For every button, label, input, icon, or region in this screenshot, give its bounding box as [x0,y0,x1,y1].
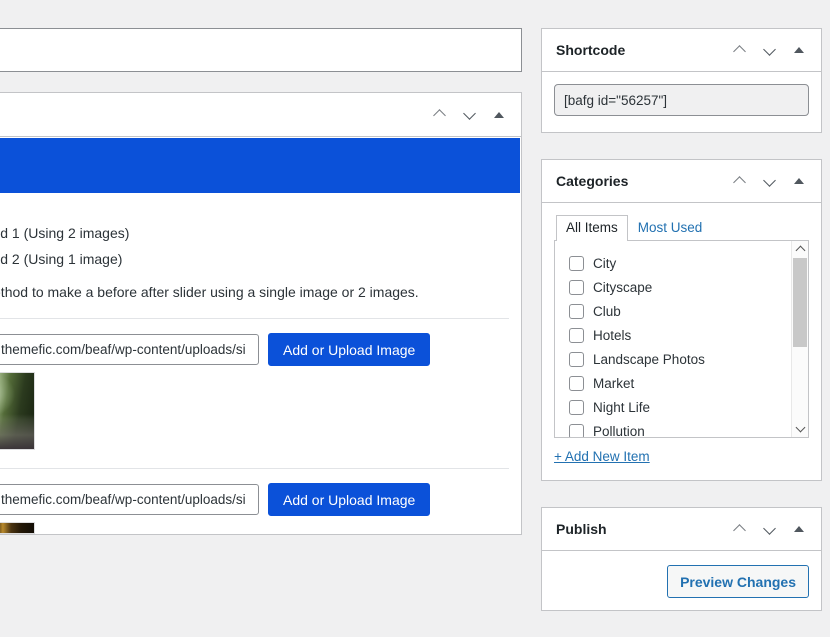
image-upload-row-1: Add or Upload Image [0,319,521,366]
categories-panel-body: All Items Most Used City Cityscape Club … [542,203,821,480]
scrollbar-up-chevron-up-icon[interactable] [792,241,809,258]
checkbox-icon[interactable] [569,303,584,319]
category-label: Hotels [593,327,632,343]
scrollbar-down-chevron-down-icon[interactable] [792,420,809,437]
post-title-input[interactable] [0,28,522,72]
triangle-up-icon[interactable] [785,514,813,544]
checkbox-icon[interactable] [569,255,584,271]
wordpress-post-edit-screen: ethod 1 (Using 2 images) ethod 2 (Using … [0,0,830,611]
chevron-down-icon[interactable] [455,100,483,130]
list-item[interactable]: Hotels [569,323,791,347]
panel-handle-actions [725,166,813,196]
main-content-column: ethod 1 (Using 2 images) ethod 2 (Using … [0,0,522,535]
image-url-input[interactable] [0,484,259,515]
category-list-scrollbar[interactable] [791,241,808,437]
category-label: Landscape Photos [593,351,705,367]
chevron-down-icon[interactable] [755,514,783,544]
category-label: Pollution [593,423,645,438]
panel-title: Shortcode [556,42,626,58]
tab-all-items[interactable]: All Items [556,215,628,242]
method-option-2[interactable]: ethod 2 (Using 1 image) [0,246,521,272]
panel-accent-banner [0,138,520,193]
list-item[interactable]: City [569,251,791,275]
category-label: Market [593,375,635,391]
triangle-up-icon[interactable] [485,100,513,130]
slider-settings-panel: ethod 1 (Using 2 images) ethod 2 (Using … [0,92,522,535]
category-label: Cityscape [593,279,653,295]
checkbox-icon[interactable] [569,399,584,415]
night-scene-preview [0,522,35,534]
method-help-text: se a method to make a before after slide… [0,284,419,300]
list-item[interactable]: Market [569,371,791,395]
categories-tablist: All Items Most Used [554,215,809,242]
slider-settings-panel-header [0,93,521,137]
forest-path-preview [0,372,35,450]
category-checklist: City Cityscape Club Hotels Landscape Pho… [555,241,791,437]
chevron-up-icon[interactable] [425,100,453,130]
scrollbar-track[interactable] [792,258,809,420]
chevron-up-icon[interactable] [725,514,753,544]
publish-panel: Publish Preview Changes [541,507,822,611]
chevron-down-icon[interactable] [755,35,783,65]
triangle-up-icon[interactable] [785,166,813,196]
checkbox-icon[interactable] [569,279,584,295]
categories-panel-header: Categories [542,160,821,203]
method-option-1[interactable]: ethod 1 (Using 2 images) [0,220,521,246]
method-option-label: ethod 2 (Using 1 image) [0,251,123,267]
sidebar-column: Shortcode Categories [541,28,822,637]
checkbox-icon[interactable] [569,423,584,437]
image-upload-row-2: Add or Upload Image [0,469,521,516]
checkbox-icon[interactable] [569,375,584,391]
method-option-label: ethod 1 (Using 2 images) [0,225,130,241]
chevron-down-icon[interactable] [755,166,783,196]
checkbox-icon[interactable] [569,327,584,343]
publish-panel-header: Publish [542,508,821,551]
list-item[interactable]: Cityscape [569,275,791,299]
list-item[interactable]: Landscape Photos [569,347,791,371]
category-checklist-container: City Cityscape Club Hotels Landscape Pho… [554,241,809,438]
tab-most-used[interactable]: Most Used [628,215,713,241]
shortcode-input[interactable] [554,84,809,116]
list-item[interactable]: Pollution [569,419,791,437]
method-radio-group: ethod 1 (Using 2 images) ethod 2 (Using … [0,194,521,300]
shortcode-panel-body [542,72,821,132]
scrollbar-thumb[interactable] [792,258,807,348]
chevron-up-icon[interactable] [725,35,753,65]
shortcode-panel: Shortcode [541,28,822,133]
shortcode-panel-header: Shortcode [542,29,821,72]
panel-handle-actions [725,35,813,65]
list-item[interactable]: Night Life [569,395,791,419]
panel-handle-actions [725,514,813,544]
list-item[interactable]: Club [569,299,791,323]
slider-settings-panel-body: ethod 1 (Using 2 images) ethod 2 (Using … [0,138,521,534]
add-or-upload-image-button[interactable]: Add or Upload Image [268,333,431,366]
category-label: Club [593,303,621,319]
panel-handle-actions [425,100,513,130]
preview-changes-button[interactable]: Preview Changes [667,565,809,598]
publish-panel-body: Preview Changes [542,551,821,610]
add-or-upload-image-button[interactable]: Add or Upload Image [268,483,431,516]
panel-title: Publish [556,521,607,537]
add-new-item-link[interactable]: + Add New Item [554,449,650,464]
image-url-input[interactable] [0,334,259,365]
panel-title: Categories [556,173,629,189]
triangle-up-icon[interactable] [785,35,813,65]
checkbox-icon[interactable] [569,351,584,367]
chevron-up-icon[interactable] [725,166,753,196]
category-label: Night Life [593,399,651,415]
category-label: City [593,255,617,271]
categories-panel: Categories All Items Most Used City City… [541,159,822,481]
